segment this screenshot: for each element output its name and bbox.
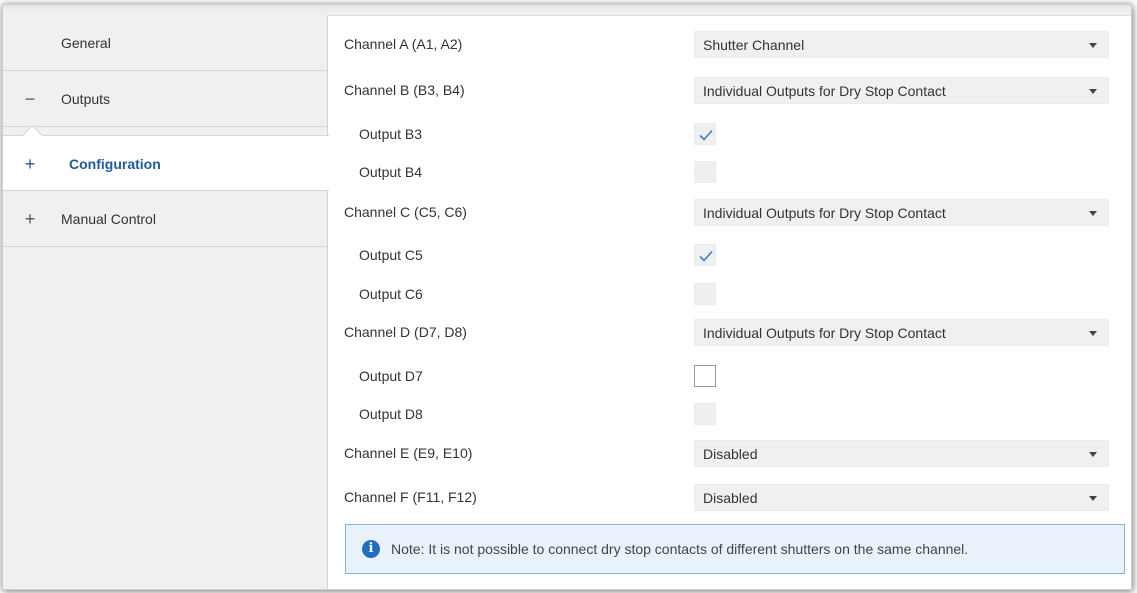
info-note: i Note: It is not possible to connect dr… (345, 524, 1125, 574)
sidebar-item-manual-control[interactable]: + Manual Control (3, 191, 327, 247)
chevron-down-icon (1089, 331, 1097, 336)
output-d7-row: Output D7 (328, 356, 1131, 396)
channel-c-select[interactable]: Individual Outputs for Dry Stop Contact (694, 199, 1109, 226)
output-c5-row: Output C5 (328, 235, 1131, 275)
output-b3-checkbox[interactable] (694, 123, 716, 145)
channel-b-select[interactable]: Individual Outputs for Dry Stop Contact (694, 77, 1109, 104)
output-c5-label: Output C5 (359, 247, 423, 263)
channel-f-row: Channel F (F11, F12) Disabled (328, 477, 1131, 517)
note-text: Note: It is not possible to connect dry … (391, 541, 969, 557)
channel-f-select[interactable]: Disabled (694, 484, 1109, 511)
sidebar-item-label: Manual Control (61, 211, 156, 227)
output-d8-checkbox (694, 403, 716, 425)
output-b4-row: Output B4 (328, 152, 1131, 192)
channel-b-label: Channel B (B3, B4) (344, 82, 465, 98)
check-icon (699, 129, 713, 141)
info-icon: i (362, 540, 380, 558)
chevron-down-icon (1089, 452, 1097, 457)
channel-d-label: Channel D (D7, D8) (344, 324, 467, 340)
sidebar-item-label: Outputs (61, 91, 111, 107)
channel-a-label: Channel A (A1, A2) (344, 36, 463, 52)
sidebar-item-general[interactable]: General (3, 15, 327, 71)
output-c5-checkbox[interactable] (694, 244, 716, 266)
output-d8-label: Output D8 (359, 406, 423, 422)
output-c6-label: Output C6 (359, 286, 423, 302)
chevron-down-icon (1089, 43, 1097, 48)
expand-icon[interactable]: + (23, 136, 37, 192)
channel-c-value: Individual Outputs for Dry Stop Contact (703, 205, 946, 221)
channel-d-row: Channel D (D7, D8) Individual Outputs fo… (328, 312, 1131, 352)
channel-b-row: Channel B (B3, B4) Individual Outputs fo… (328, 70, 1131, 110)
chevron-down-icon (1089, 89, 1097, 94)
channel-f-label: Channel F (F11, F12) (344, 489, 477, 505)
channel-c-row: Channel C (C5, C6) Individual Outputs fo… (328, 192, 1131, 232)
window: General − Outputs + Configuration + Manu… (2, 4, 1132, 590)
output-d8-row: Output D8 (328, 394, 1131, 434)
sidebar-item-label: Configuration (69, 156, 161, 172)
channel-f-value: Disabled (703, 490, 758, 506)
check-icon (699, 250, 713, 262)
output-b4-label: Output B4 (359, 164, 423, 180)
output-d7-label: Output D7 (359, 368, 423, 384)
output-c6-checkbox (694, 283, 716, 305)
output-b3-row: Output B3 (328, 114, 1131, 154)
sidebar-item-outputs[interactable]: − Outputs (3, 71, 327, 127)
chevron-down-icon (1089, 496, 1097, 501)
collapse-icon[interactable]: − (23, 71, 37, 127)
output-d7-checkbox[interactable] (694, 365, 716, 387)
channel-a-row: Channel A (A1, A2) Shutter Channel (328, 24, 1131, 64)
output-c6-row: Output C6 (328, 274, 1131, 314)
channel-c-label: Channel C (C5, C6) (344, 204, 467, 220)
channel-d-select[interactable]: Individual Outputs for Dry Stop Contact (694, 319, 1109, 346)
parameter-panel: Channel A (A1, A2) Shutter Channel Chann… (328, 15, 1131, 589)
channel-e-label: Channel E (E9, E10) (344, 445, 473, 461)
output-b4-checkbox (694, 161, 716, 183)
channel-d-value: Individual Outputs for Dry Stop Contact (703, 325, 946, 341)
channel-a-select[interactable]: Shutter Channel (694, 31, 1109, 58)
sidebar-item-label: General (61, 35, 111, 51)
chevron-down-icon (1089, 211, 1097, 216)
channel-e-row: Channel E (E9, E10) Disabled (328, 433, 1131, 473)
channel-a-value: Shutter Channel (703, 37, 805, 53)
output-b3-label: Output B3 (359, 126, 423, 142)
sidebar: General − Outputs + Configuration + Manu… (3, 15, 329, 589)
expand-icon[interactable]: + (23, 191, 37, 247)
channel-e-value: Disabled (703, 446, 758, 462)
channel-b-value: Individual Outputs for Dry Stop Contact (703, 83, 946, 99)
channel-e-select[interactable]: Disabled (694, 440, 1109, 467)
sidebar-item-configuration[interactable]: + Configuration (3, 124, 329, 192)
